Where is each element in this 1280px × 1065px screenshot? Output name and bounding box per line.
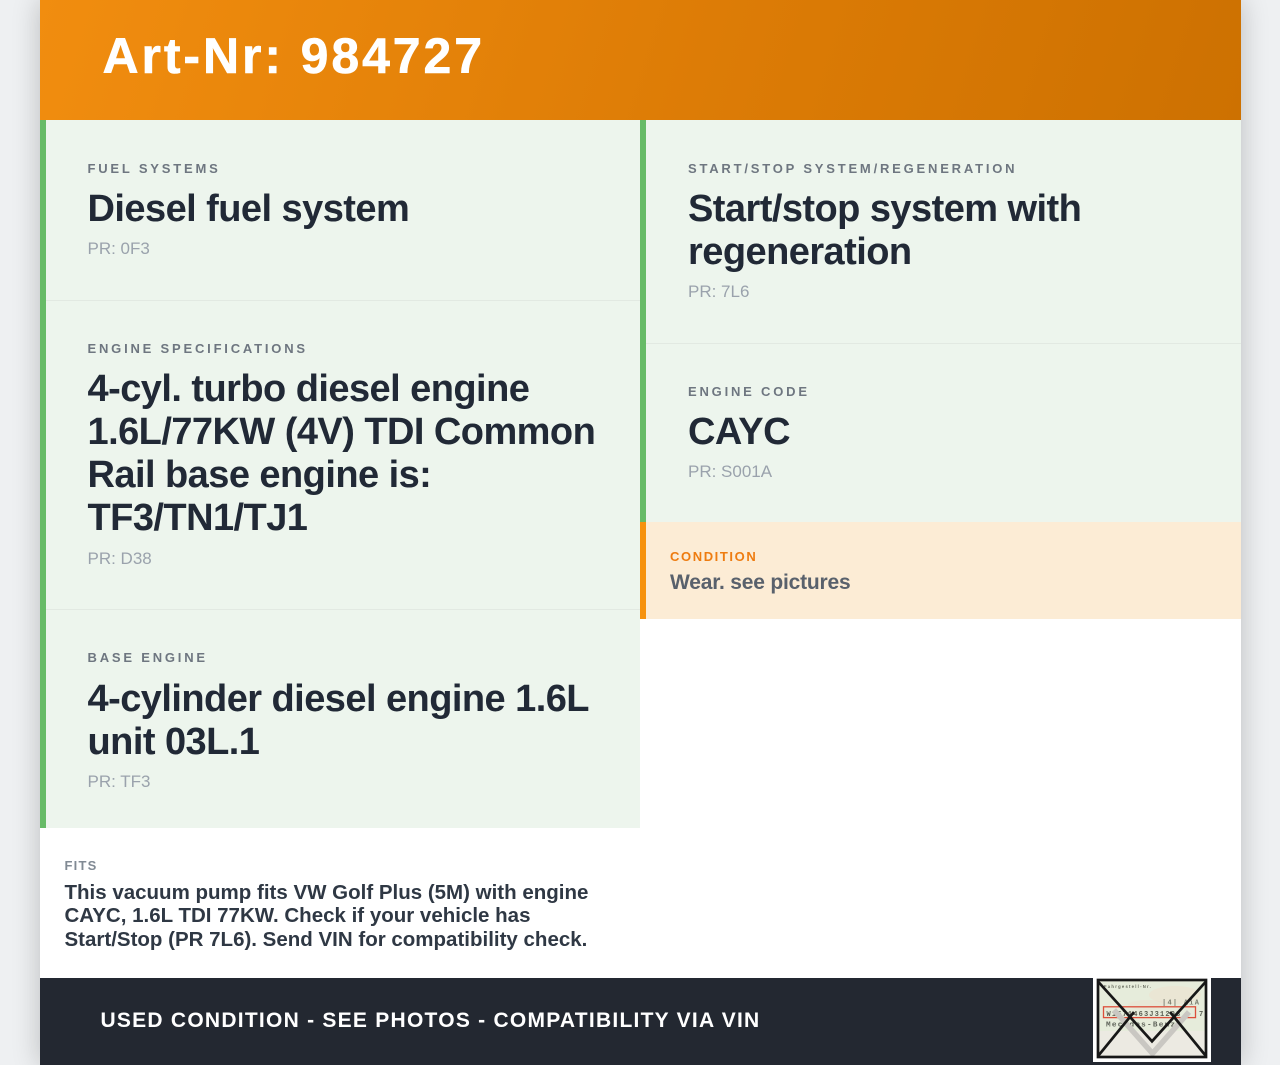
svg-text:7: 7 (1199, 1011, 1204, 1019)
svg-text:Fahrgestell-Nr.: Fahrgestell-Nr. (1104, 984, 1152, 989)
